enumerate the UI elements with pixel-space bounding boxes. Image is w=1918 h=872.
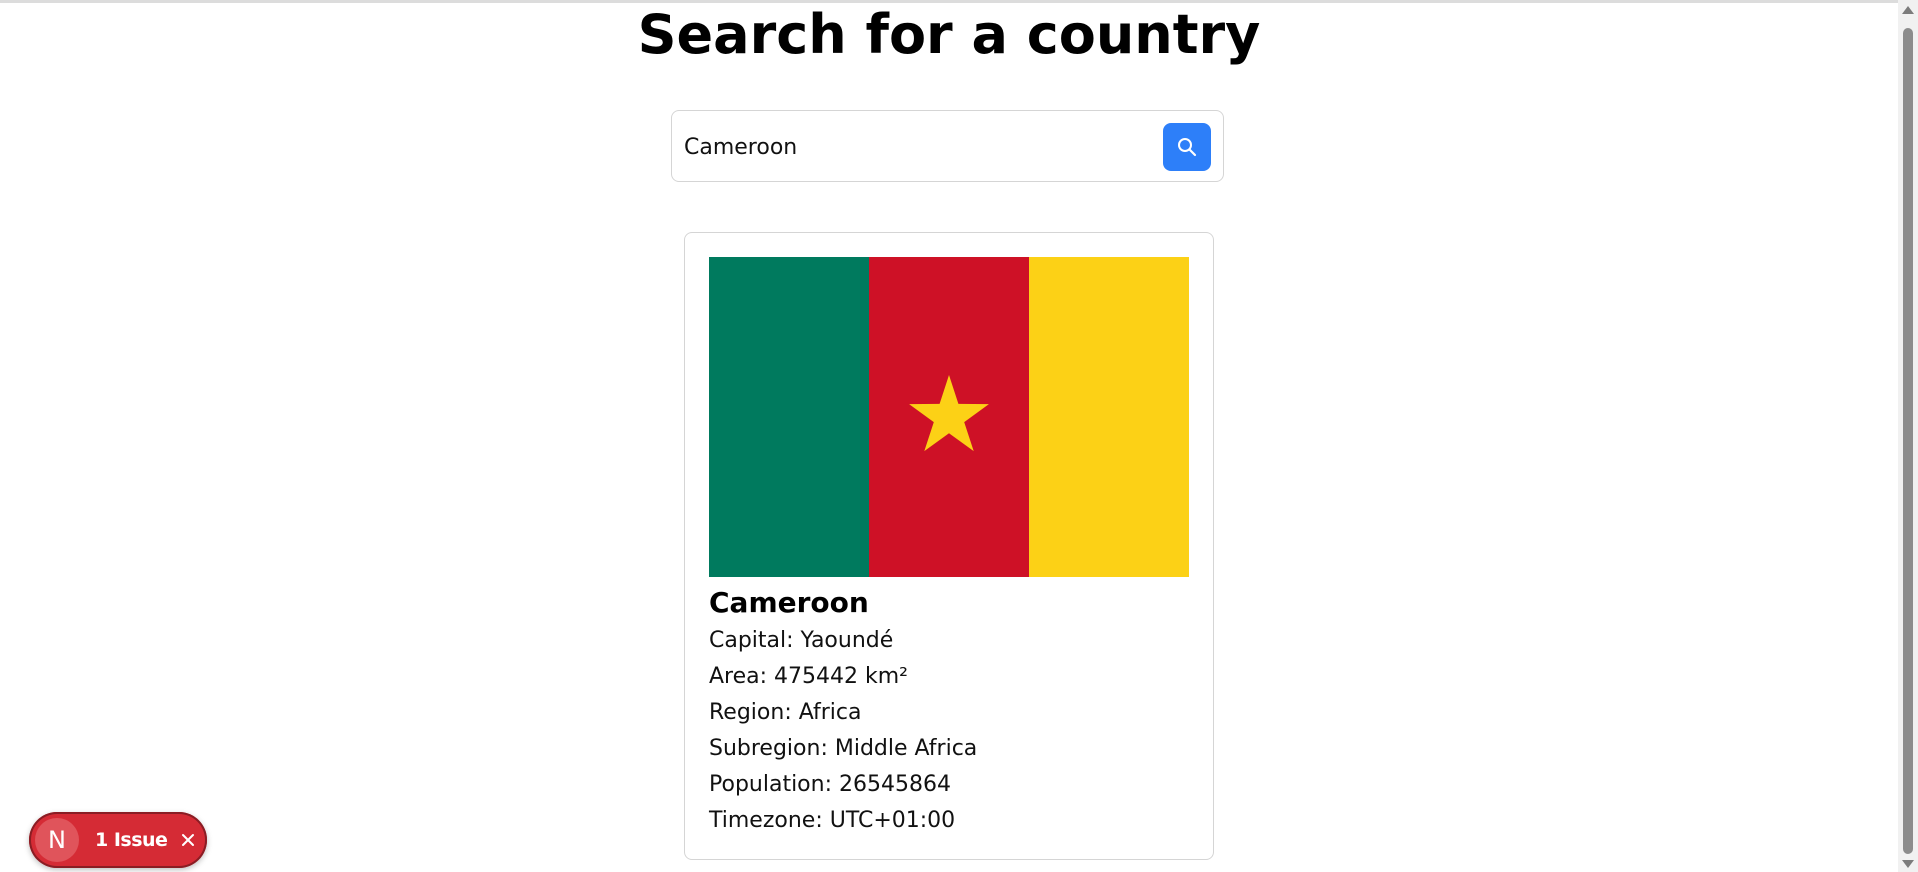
issues-count-label[interactable]: 1 Issue (95, 829, 168, 851)
country-flag (709, 257, 1189, 577)
close-icon[interactable] (177, 829, 199, 851)
country-details: Capital: Yaoundé Area: 475442 km² Region… (709, 623, 977, 839)
search-icon (1178, 138, 1197, 157)
scrollbar-thumb[interactable] (1903, 28, 1913, 854)
page-title: Search for a country (637, 3, 1261, 66)
area-line: Area: 475442 km² (709, 664, 908, 689)
population-line: Population: 26545864 (709, 772, 951, 797)
country-card: Cameroon Capital: Yaoundé Area: 475442 k… (684, 232, 1214, 860)
scroll-down-arrow-icon[interactable] (1902, 860, 1914, 868)
vertical-scrollbar[interactable] (1898, 0, 1918, 872)
page: Search for a country Cameroon Capital: Y… (0, 0, 1898, 872)
nextjs-logo-icon[interactable]: N (35, 818, 79, 862)
search-box (671, 110, 1224, 182)
region-line: Region: Africa (709, 700, 862, 725)
country-name: Cameroon (709, 586, 869, 619)
search-input[interactable] (684, 129, 1144, 165)
scroll-up-arrow-icon[interactable] (1902, 6, 1914, 14)
subregion-line: Subregion: Middle Africa (709, 736, 978, 761)
issues-badge[interactable]: N 1 Issue (29, 812, 207, 868)
search-button[interactable] (1163, 123, 1211, 171)
capital-line: Capital: Yaoundé (709, 628, 894, 653)
timezone-line: Timezone: UTC+01:00 (709, 808, 956, 833)
